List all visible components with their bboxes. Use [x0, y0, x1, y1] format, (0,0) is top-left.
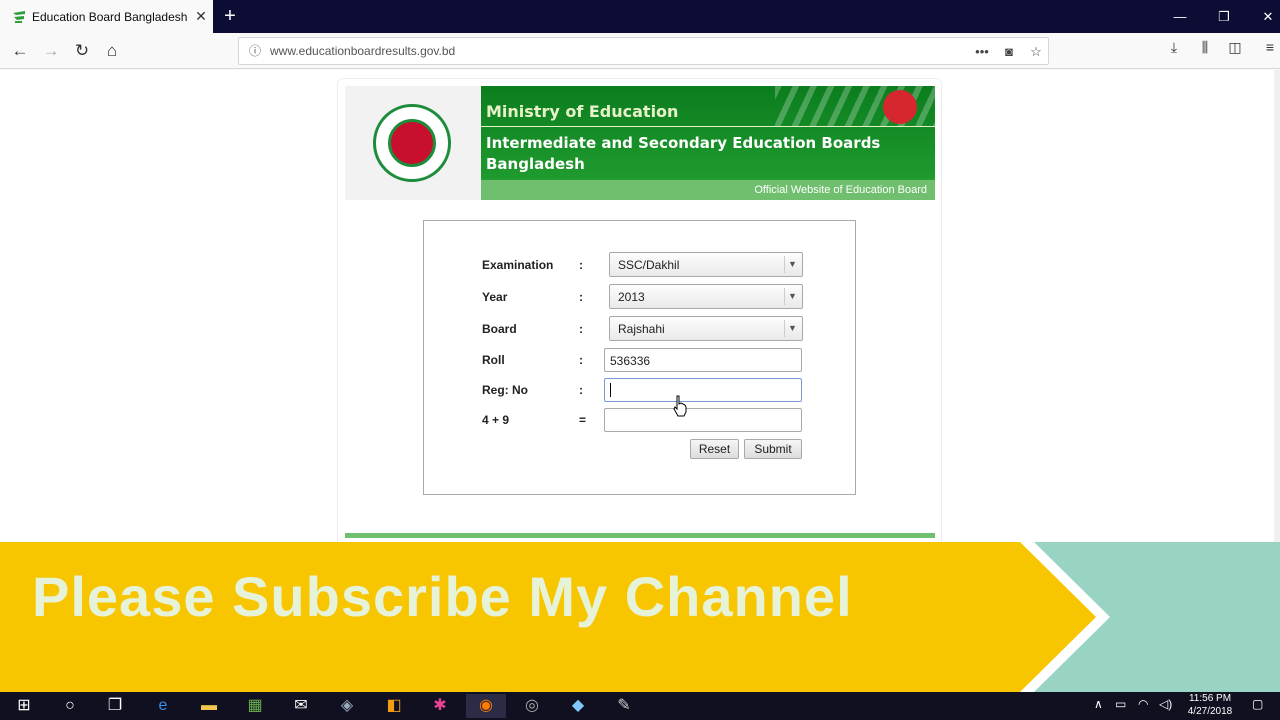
flag-circle-icon — [883, 90, 917, 124]
obs-icon[interactable]: ◎ — [512, 694, 552, 718]
reg-no-label: Reg: No — [482, 383, 528, 397]
menu-icon[interactable]: ≡ — [1260, 37, 1280, 57]
official-website-text: Official Website of Education Board — [754, 184, 927, 196]
volume-icon[interactable]: ◁) — [1159, 697, 1172, 711]
reg-no-input[interactable] — [604, 378, 802, 402]
ministry-title: Ministry of Education — [486, 102, 679, 121]
tab-education-board[interactable]: Education Board Bangladesh ✕ — [0, 0, 213, 33]
logo-box — [345, 86, 481, 200]
app-blue-icon[interactable]: ◆ — [558, 694, 598, 718]
chevron-down-icon: ▼ — [784, 288, 800, 305]
examination-select[interactable]: SSC/Dakhil ▼ — [609, 252, 803, 277]
new-tab-icon[interactable]: + — [218, 3, 242, 29]
government-seal-icon — [373, 104, 451, 182]
minimize-icon[interactable]: — — [1158, 0, 1202, 33]
battery-icon[interactable]: ▭ — [1115, 697, 1126, 711]
wifi-icon[interactable]: ◠ — [1138, 697, 1148, 711]
colon: : — [579, 322, 583, 336]
store-icon[interactable]: ▦ — [235, 694, 275, 718]
cortana-icon[interactable]: ○ — [50, 694, 90, 718]
roll-label: Roll — [482, 353, 505, 367]
taskbar: ⊞ ○ ❐ e ▬ ▦ ✉ ◈ ◧ ✱ ◉ ◎ ◆ ✎ ∧ ▭ ◠ ◁) 11:… — [0, 692, 1280, 720]
home-icon[interactable]: ⌂ — [98, 37, 126, 65]
file-explorer-icon[interactable]: ▬ — [189, 694, 229, 718]
notifications-icon[interactable]: ▢ — [1252, 697, 1263, 711]
clock-time: 11:56 PM — [1188, 693, 1232, 704]
subscribe-banner: Please Subscribe My Channel — [0, 542, 1280, 692]
roll-input[interactable]: 536336 — [604, 348, 802, 372]
captcha-label: 4 + 9 — [482, 413, 510, 427]
board-label: Board — [482, 322, 517, 336]
download-icon[interactable]: ⤓ — [1164, 37, 1184, 57]
reset-button[interactable]: Reset — [690, 439, 739, 459]
equals-sign: = — [579, 413, 587, 427]
tray-chevron-icon[interactable]: ∧ — [1094, 697, 1103, 711]
page-actions-icon[interactable]: ••• — [973, 43, 991, 61]
scrollbar[interactable] — [1274, 70, 1280, 542]
firefox-icon[interactable]: ◉ — [466, 694, 506, 718]
reload-icon[interactable]: ↻ — [68, 37, 96, 65]
year-label: Year — [482, 290, 508, 304]
mail-icon[interactable]: ✉ — [281, 694, 321, 718]
app-orange-icon[interactable]: ◧ — [374, 694, 414, 718]
tab-title: Education Board Bangladesh — [32, 9, 188, 24]
colon: : — [579, 383, 583, 397]
examination-label: Examination — [482, 258, 554, 272]
colon: : — [579, 290, 583, 304]
library-icon[interactable]: ⫼ — [1195, 37, 1215, 57]
url-text: www.educationboardresults.gov.bd — [270, 44, 456, 58]
nav-bar: ← → ↻ ⌂ ⓘ www.educationboardresults.gov.… — [0, 33, 1280, 69]
app-icon[interactable]: ◈ — [327, 694, 367, 718]
info-icon[interactable]: ⓘ — [247, 43, 263, 59]
forward-icon[interactable]: → — [37, 37, 65, 65]
hand-cursor-icon — [673, 395, 687, 417]
app-tool-icon[interactable]: ✎ — [604, 694, 644, 718]
window-close-icon[interactable]: ✕ — [1246, 0, 1280, 33]
restore-icon[interactable]: ❐ — [1202, 0, 1246, 33]
captcha-input[interactable] — [604, 408, 802, 432]
windows-start-icon[interactable]: ⊞ — [4, 694, 44, 718]
clock[interactable]: 11:56 PM 4/27/2018 — [1178, 692, 1242, 718]
boards-title: Intermediate and Secondary Education Boa… — [486, 134, 881, 173]
colon: : — [579, 258, 583, 272]
clock-date: 4/27/2018 — [1187, 706, 1233, 717]
sidebar-icon[interactable]: ◫ — [1225, 37, 1245, 57]
text-caret — [610, 383, 611, 397]
year-select[interactable]: 2013 ▼ — [609, 284, 803, 309]
tab-close-icon[interactable]: ✕ — [189, 8, 213, 25]
submit-button[interactable]: Submit — [744, 439, 802, 459]
result-form: Examination : SSC/Dakhil ▼ Year : 2013 ▼… — [423, 220, 856, 495]
tab-bar: Education Board Bangladesh ✕ + — ❐ ✕ — [0, 0, 1280, 33]
app-bug-icon[interactable]: ✱ — [420, 694, 460, 718]
colon: : — [579, 353, 583, 367]
header-banner: Ministry of Education Intermediate and S… — [481, 86, 935, 200]
back-icon[interactable]: ← — [6, 37, 34, 65]
subscribe-text: Please Subscribe My Channel — [32, 565, 853, 628]
chevron-down-icon: ▼ — [784, 320, 800, 337]
edge-icon[interactable]: e — [143, 694, 183, 718]
chevron-down-icon: ▼ — [784, 256, 800, 273]
board-select[interactable]: Rajshahi ▼ — [609, 316, 803, 341]
favicon-icon — [13, 10, 25, 23]
pocket-icon[interactable]: ◙ — [1000, 43, 1018, 61]
bookmark-star-icon[interactable]: ☆ — [1027, 43, 1045, 61]
url-bar[interactable]: ⓘ www.educationboardresults.gov.bd ••• ◙… — [238, 37, 1049, 65]
footer-green-line — [345, 533, 935, 538]
task-view-icon[interactable]: ❐ — [95, 694, 135, 718]
